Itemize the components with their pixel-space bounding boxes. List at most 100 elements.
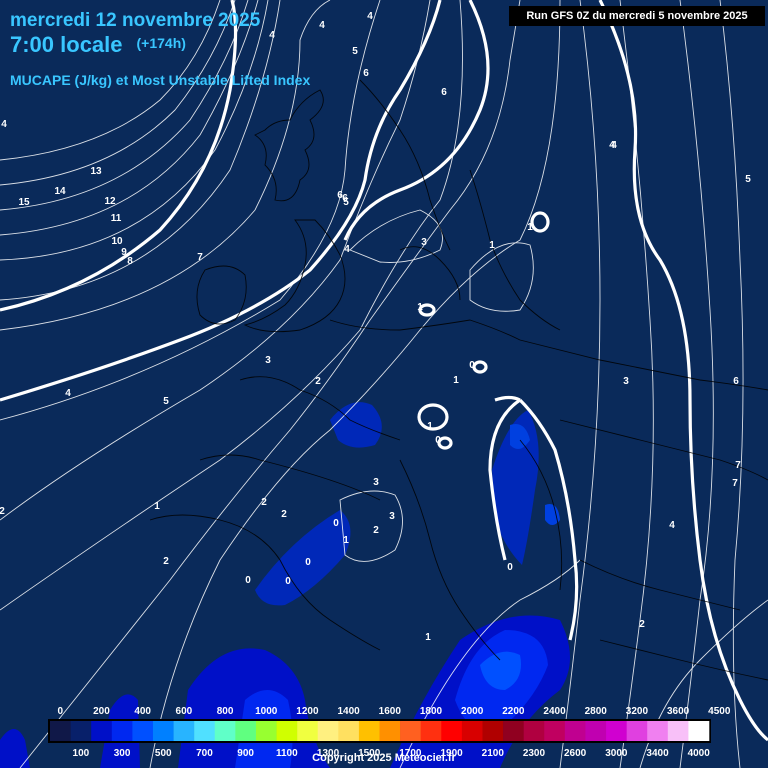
contour-label: 5	[745, 174, 751, 185]
contour-label: 6	[363, 68, 369, 79]
contour-label: 1	[453, 375, 459, 386]
legend-top-label: 2200	[502, 706, 525, 717]
legend-swatch	[173, 721, 195, 741]
legend-swatch	[688, 721, 710, 741]
run-info: Run GFS 0Z du mercredi 5 novembre 2025	[509, 6, 765, 26]
contour-label: 10	[111, 236, 123, 247]
contour-label: 7	[732, 478, 738, 489]
legend-top-label: 200	[93, 706, 110, 717]
contour-label: 0	[305, 557, 311, 568]
contour-label: 3	[623, 376, 629, 387]
contour-label: 14	[54, 186, 66, 197]
legend-swatch	[606, 721, 627, 741]
legend-top-label: 400	[134, 706, 151, 717]
legend-top-label: 2000	[461, 706, 484, 717]
legend-top-label: 600	[176, 706, 193, 717]
contour-label: 5	[352, 46, 358, 57]
legend-swatch	[70, 721, 92, 741]
contour-label: 12	[104, 196, 116, 207]
contour-label: 13	[90, 166, 102, 177]
legend-swatch	[91, 721, 113, 741]
legend-swatch	[235, 721, 257, 741]
legend-swatch	[626, 721, 648, 741]
legend-swatch	[400, 721, 421, 741]
contour-label: 2	[315, 376, 321, 387]
weather-map: 4 4 5 6 6 4 6 4 13 14 15 12 11 10 9 8 7 6 5 4 3 1 1 2 3 1 0 1 4 5 4 3 5 6…	[0, 0, 768, 768]
legend-swatch	[297, 721, 319, 741]
legend-top-label: 1800	[420, 706, 443, 717]
legend-swatch	[647, 721, 669, 741]
contour-label: 3	[389, 511, 395, 522]
contour-label: 0	[285, 576, 291, 587]
contour-label: 1	[343, 535, 349, 546]
contour-label: 2	[163, 556, 169, 567]
legend-top-label: 1600	[379, 706, 402, 717]
legend-swatch	[338, 721, 360, 741]
legend-top-label: 2400	[543, 706, 566, 717]
legend-top-label: 1200	[296, 706, 319, 717]
contour-label: 2	[0, 506, 5, 517]
contour-label: 4	[609, 140, 615, 151]
contour-label: 4	[269, 30, 275, 41]
legend-swatch	[564, 721, 586, 741]
parameter-title: MUCAPE (J/kg) et Most Unstable Lifted In…	[10, 72, 311, 88]
copyright: Copyright 2025 Meteociel.fr	[312, 752, 456, 764]
legend-swatch	[482, 721, 504, 741]
contour-label: 5	[163, 396, 169, 407]
contour-label: 0	[469, 360, 475, 371]
legend-swatch	[194, 721, 216, 741]
legend-swatches	[50, 721, 710, 741]
contour-label: 1	[154, 501, 160, 512]
contour-label: 4	[319, 20, 325, 31]
legend-top-label: 1000	[255, 706, 278, 717]
contour-label: 4	[669, 520, 675, 531]
map-canvas: 44566464131415 12111098 76543 1123101454356…	[0, 0, 768, 768]
legend-swatch	[358, 721, 380, 741]
legend-swatch	[214, 721, 236, 741]
legend-swatch	[544, 721, 566, 741]
contour-label: 3	[421, 237, 427, 248]
legend-swatch	[503, 721, 524, 741]
contour-label: 4	[65, 388, 71, 399]
contour-label: 6	[441, 87, 447, 98]
contour-label: 2	[261, 497, 267, 508]
contour-label: 4	[367, 11, 373, 22]
legend-swatch	[461, 721, 483, 741]
legend-swatch	[441, 721, 463, 741]
contour-label: 6	[733, 376, 739, 387]
legend-top-label: 3200	[626, 706, 649, 717]
contour-label: 15	[18, 197, 30, 208]
legend-swatch	[379, 721, 401, 741]
forecast-time: 7:00 locale (+174h)	[10, 32, 186, 58]
legend-swatch	[317, 721, 339, 741]
legend-top-label: 0	[58, 706, 64, 717]
contour-label: 1	[527, 222, 533, 233]
contour-label: 1	[427, 421, 433, 432]
legend-swatch	[420, 721, 442, 741]
contour-label: 2	[281, 509, 287, 520]
legend-top-label: 2800	[585, 706, 608, 717]
contour-label: 0	[507, 562, 513, 573]
contour-label: 5	[343, 197, 349, 208]
forecast-hour: (+174h)	[136, 35, 186, 51]
legend-swatch	[667, 721, 689, 741]
legend-swatch	[111, 721, 133, 741]
contour-label: 8	[127, 256, 133, 267]
legend-swatch	[523, 721, 545, 741]
contour-label: 0	[435, 435, 441, 446]
contour-label: 7	[197, 252, 203, 263]
contour-label: 2	[373, 525, 379, 536]
contour-label: 4	[1, 119, 7, 130]
contour-label: 0	[245, 575, 251, 586]
legend-top-label: 3600	[667, 706, 690, 717]
legend-swatch	[152, 721, 174, 741]
legend-swatch	[132, 721, 154, 741]
forecast-date: mercredi 12 novembre 2025	[10, 10, 261, 31]
contour-label: 7	[735, 460, 741, 471]
contour-label: 11	[111, 213, 122, 224]
legend-top-label: 4500	[708, 706, 731, 717]
contour-label: 3	[373, 477, 379, 488]
legend-swatch	[255, 721, 277, 741]
contour-label: 1	[489, 240, 495, 251]
legend-top-label: 800	[217, 706, 234, 717]
